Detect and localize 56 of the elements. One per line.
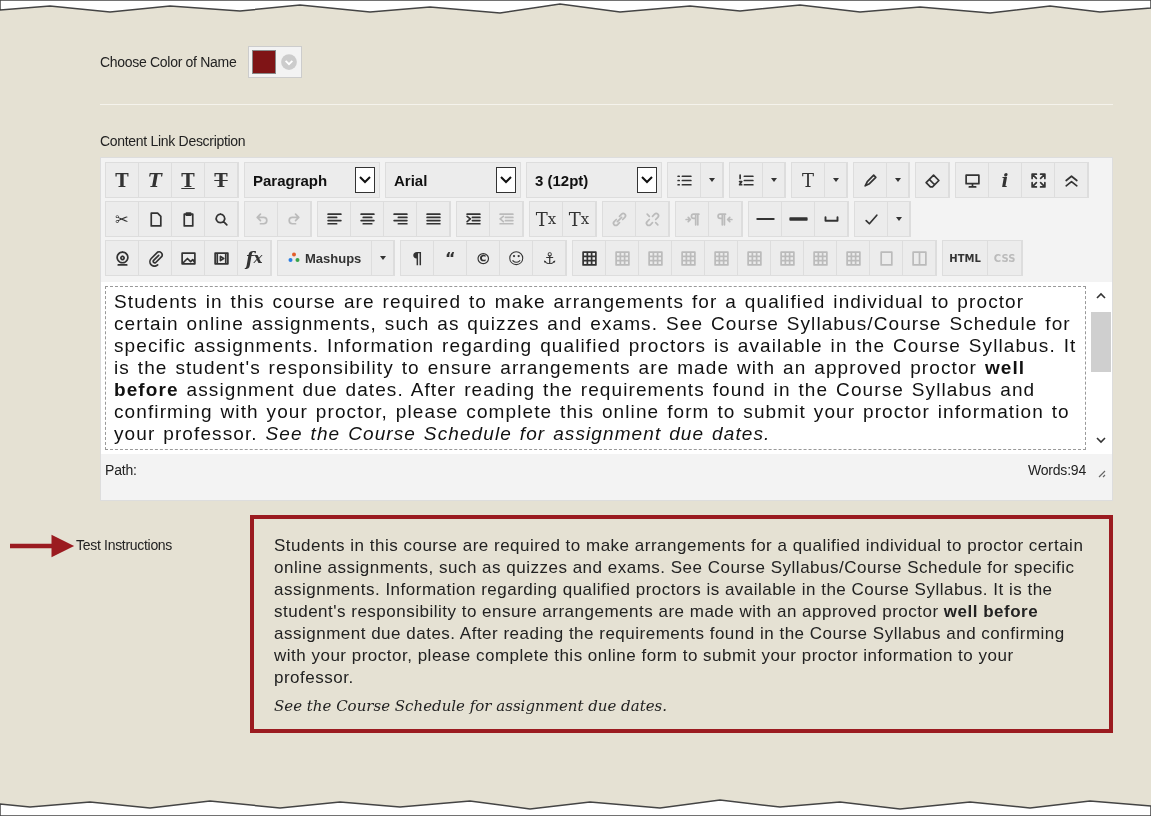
path-label: Path: [105, 462, 137, 478]
paragraph: Students in this course are required to make arrangements for a qualified individual to proctor certain online assignments, such as quizzes and exams. See Course Syllabus/Course Schedule for specific assignments. Information regarding qualified proctors is available in the Course Syllabus. It is the student's responsibility to ensure arrangements are made with an approved proctor well before assignment due dates. After reading the requirements found in the Course Syllabus and confirming with your proctor, please complete this online form to submit your proctor information to your professor. See the Course Schedule for assignment due dates. [114, 291, 1077, 445]
thick-line-icon [788, 216, 808, 222]
image-icon [179, 249, 197, 267]
webcam-icon [113, 249, 131, 267]
word-count: Words:94 [1027, 462, 1086, 478]
video-icon [212, 249, 230, 267]
indent-icon [464, 210, 482, 228]
paragraph-direction-icon [716, 210, 734, 228]
align-right-icon [391, 210, 409, 228]
link-icon [610, 210, 628, 228]
monitor-icon [963, 171, 981, 189]
color-picker[interactable] [248, 46, 303, 78]
table-icon [646, 249, 664, 267]
align-left-icon [325, 210, 343, 228]
align-center-icon [358, 210, 376, 228]
paragraph: Students in this course are required to make arrangements for a qualified individual to proctor certain online assignments, such as quizzes and exams. See Course Syllabus/Course Schedule for specific assignments. Information regarding qualified proctors is available in the Course Syllabus. It is the student's responsibility to ensure arrangements are made with an approved proctor well before assignment due dates. After reading the requirements found in the Course Syllabus and confirming with your proctor, please complete this online form to submit your proctor information to your professor. [274, 535, 1085, 689]
table-icon [580, 249, 598, 267]
horizontal-line-icon [755, 216, 775, 222]
caret-icon [893, 177, 902, 183]
paragraph-direction-icon [683, 210, 701, 228]
chevron-down-icon [1095, 436, 1107, 444]
chevron-down-icon [637, 167, 657, 193]
field-label: Choose Color of Name [100, 54, 237, 70]
outdent-icon [497, 210, 515, 228]
dots-icon [288, 252, 300, 264]
fullscreen-icon [1029, 171, 1047, 189]
note-text: See the Course Schedule for assignment due dates. [274, 697, 669, 715]
chevron-down-icon [496, 167, 516, 193]
table-icon [745, 249, 763, 267]
caret-icon [707, 177, 716, 183]
caret-icon [894, 216, 903, 222]
table-icon [778, 249, 796, 267]
chevron-down-icon [355, 167, 375, 193]
paperclip-icon [146, 249, 164, 267]
square-icon [877, 249, 895, 267]
chevron-up-icon [1095, 292, 1107, 300]
eraser-icon [923, 171, 941, 189]
search-icon [212, 210, 230, 228]
highlighter-icon [861, 171, 879, 189]
numbered-list-icon [737, 171, 755, 189]
table-icon [811, 249, 829, 267]
redo-icon [285, 210, 303, 228]
unlink-icon [643, 210, 661, 228]
table-icon [613, 249, 631, 267]
align-justify-icon [424, 210, 442, 228]
caret-icon [769, 177, 778, 183]
table-icon [844, 249, 862, 267]
caret-icon [378, 255, 387, 261]
table-icon [679, 249, 697, 267]
caret-icon [831, 177, 840, 183]
field-label: Content Link Description [100, 133, 247, 149]
field-label: Test Instructions [76, 537, 173, 553]
dropdown-icon [280, 53, 299, 71]
table-icon [712, 249, 730, 267]
resize-handle-icon[interactable] [1096, 468, 1106, 478]
